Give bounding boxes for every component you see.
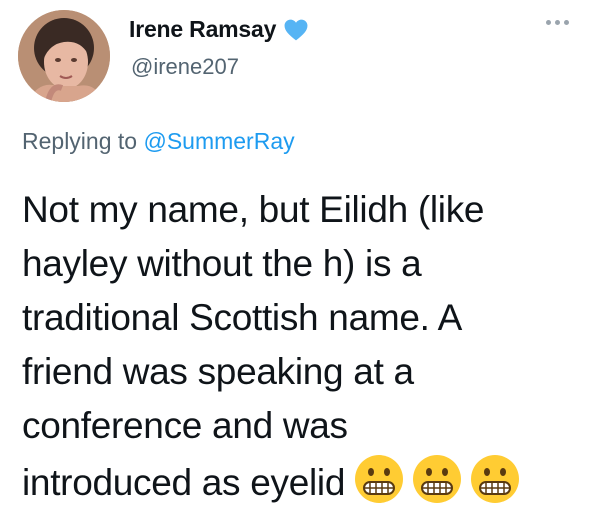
tweet-text-line: friend was speaking at a xyxy=(22,351,414,392)
grimacing-face-icon xyxy=(355,455,404,503)
more-dot xyxy=(555,20,560,25)
tweet-card: Irene Ramsay @irene207 Replying to @Summ… xyxy=(0,0,599,523)
tweet-text-line: conference and was xyxy=(22,405,348,446)
tweet-text-line: traditional Scottish name. A xyxy=(22,297,462,338)
tweet-text-last-line: introduced as eyelid xyxy=(22,453,592,510)
more-options-icon[interactable] xyxy=(546,20,569,25)
reply-mention-link[interactable]: @SummerRay xyxy=(143,128,294,154)
grimacing-face-icon xyxy=(471,455,520,503)
more-dot xyxy=(564,20,569,25)
avatar[interactable] xyxy=(18,10,110,102)
tweet-text: Not my name, but Eilidh (like hayley wit… xyxy=(22,183,592,510)
tweet-text-line: introduced as eyelid xyxy=(22,462,346,503)
author-handle[interactable]: @irene207 xyxy=(131,54,239,80)
tweet-text-line: hayley without the h) is a xyxy=(22,243,422,284)
emoji-group xyxy=(353,453,521,505)
verified-badge-icon xyxy=(284,19,308,40)
author-display-name[interactable]: Irene Ramsay xyxy=(129,16,276,43)
more-dot xyxy=(546,20,551,25)
avatar-image xyxy=(18,10,110,102)
replying-to-label: Replying to xyxy=(22,128,138,154)
grimacing-face-icon xyxy=(413,455,462,503)
replying-to-line: Replying to @SummerRay xyxy=(22,128,295,155)
tweet-text-line: Not my name, but Eilidh (like xyxy=(22,189,485,230)
